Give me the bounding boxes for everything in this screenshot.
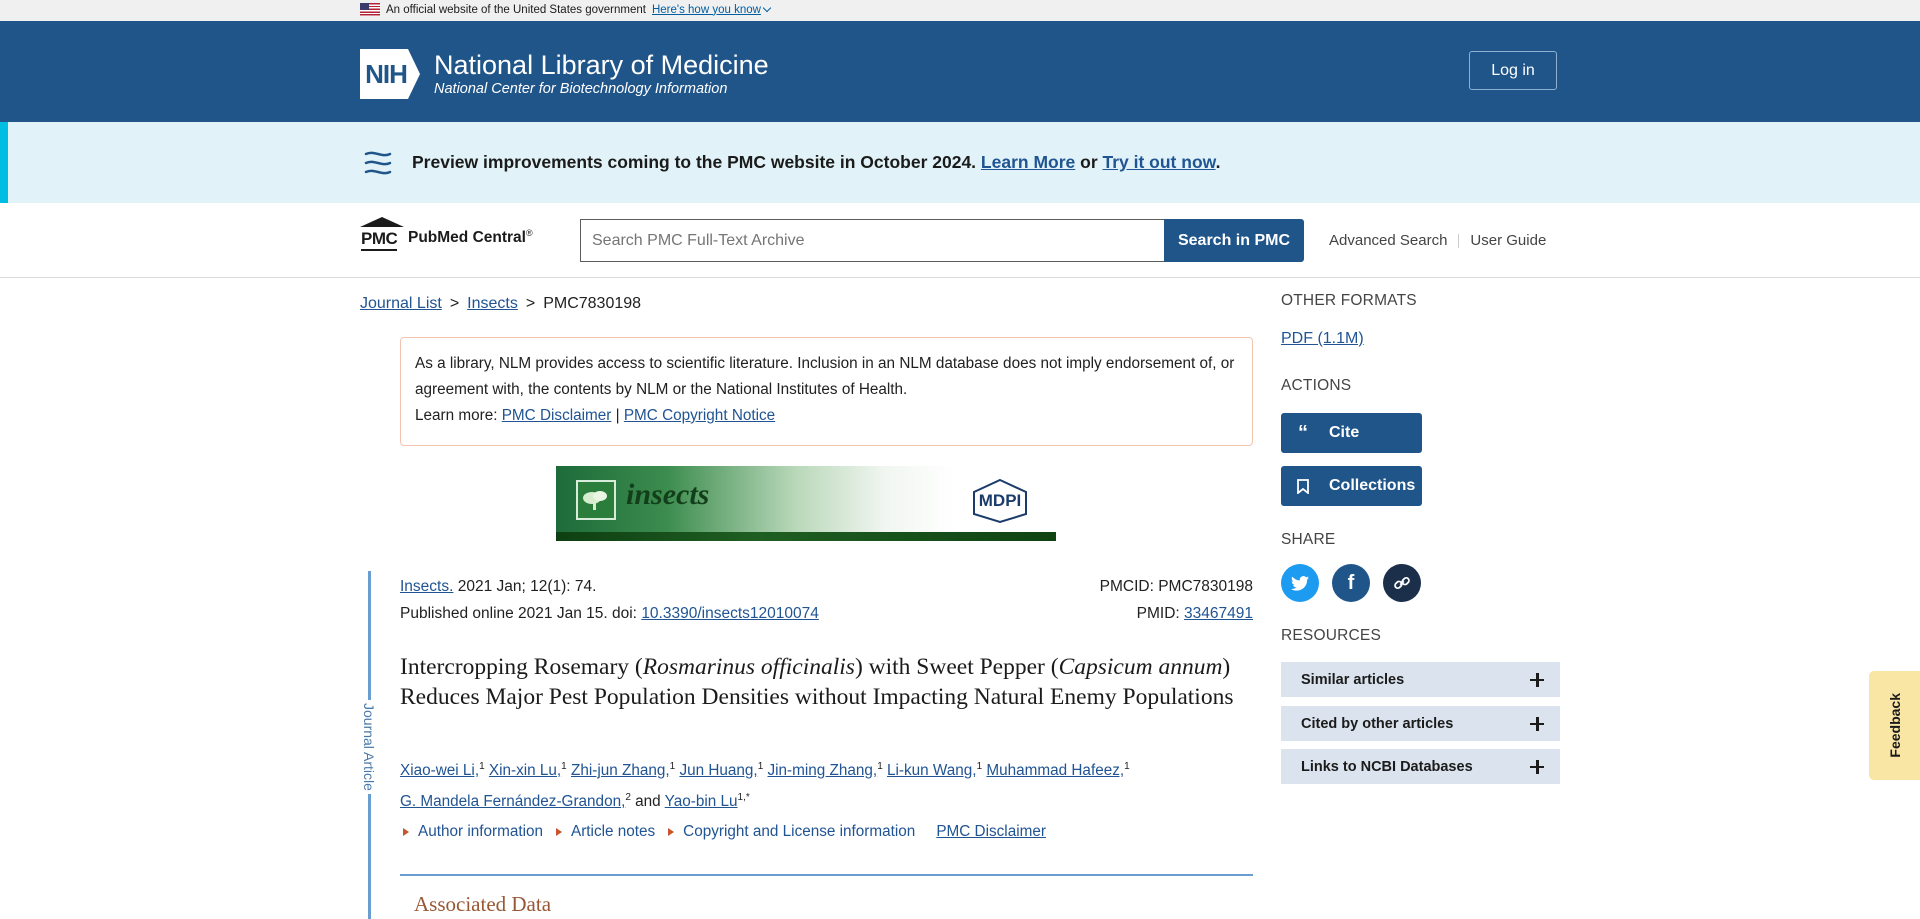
preview-text: Preview improvements coming to the PMC w… — [412, 152, 1221, 172]
quote-icon: “ — [1298, 421, 1308, 444]
divider — [1458, 233, 1460, 248]
article-ids: PMCID: PMC7830198 PMID: 33467491 — [1099, 578, 1253, 622]
article-title: Intercropping Rosemary (Rosmarinus offic… — [400, 654, 1234, 710]
insects-logo-icon — [576, 480, 616, 520]
author-link[interactable]: Jun Huang, — [679, 762, 757, 779]
journal-name: insects — [626, 478, 710, 511]
doi-link[interactable]: 10.3390/insects12010074 — [641, 605, 819, 622]
breadcrumb-journal-list[interactable]: Journal List — [360, 295, 442, 313]
login-button[interactable]: Log in — [1469, 51, 1557, 90]
gov-banner-text: An official website of the United States… — [386, 3, 646, 16]
pdf-link[interactable]: PDF (1.1M) — [1281, 330, 1364, 348]
plus-icon — [1530, 716, 1544, 731]
breadcrumb: Journal List > Insects > PMC7830198 — [360, 295, 642, 313]
nlm-title: National Library of Medicine — [434, 50, 769, 80]
author-information-toggle[interactable]: Author information — [418, 823, 543, 841]
facebook-icon[interactable]: f — [1332, 564, 1370, 602]
similar-articles-toggle[interactable]: Similar articles — [1281, 662, 1560, 697]
plus-icon — [1530, 759, 1544, 774]
cited-by-toggle[interactable]: Cited by other articles — [1281, 706, 1560, 741]
nlm-logo[interactable]: NIH National Library of Medicine Nationa… — [360, 49, 769, 99]
disclaimer-text: As a library, NLM provides access to sci… — [415, 355, 1235, 398]
preview-banner: Preview improvements coming to the PMC w… — [0, 122, 1920, 203]
actions-heading: ACTIONS — [1281, 377, 1352, 394]
resources-heading: RESOURCES — [1281, 627, 1381, 644]
pmc-copyright-link[interactable]: PMC Copyright Notice — [624, 407, 775, 424]
nlm-header: NIH National Library of Medicine Nationa… — [0, 21, 1920, 122]
pmc-disclaimer-link-2[interactable]: PMC Disclaimer — [936, 823, 1046, 841]
search-bar: PMC PubMed Central® Search in PMC Advanc… — [0, 203, 1920, 278]
author-link[interactable]: Li-kun Wang, — [887, 762, 977, 779]
nlm-subtitle: National Center for Biotechnology Inform… — [434, 81, 728, 97]
collections-button[interactable]: Collections — [1281, 466, 1422, 506]
bookmark-icon — [1293, 478, 1313, 494]
share-heading: SHARE — [1281, 531, 1336, 548]
disclaimer-box: As a library, NLM provides access to sci… — [400, 337, 1253, 446]
pmc-logo-icon: PMC — [360, 217, 405, 253]
heres-how-you-know-link[interactable]: Here's how you know — [652, 3, 772, 16]
gov-banner: An official website of the United States… — [0, 0, 1920, 21]
nih-logo-icon: NIH — [360, 49, 420, 99]
copyright-toggle[interactable]: Copyright and License information — [683, 823, 915, 841]
search-links: Advanced Search User Guide — [1329, 232, 1546, 249]
pmid-link[interactable]: 33467491 — [1184, 605, 1253, 622]
author-link[interactable]: Muhammad Hafeez, — [986, 762, 1124, 779]
chevron-down-icon — [762, 3, 772, 12]
try-it-out-link[interactable]: Try it out now — [1103, 152, 1216, 172]
other-formats-heading: OTHER FORMATS — [1281, 292, 1417, 309]
search-button[interactable]: Search in PMC — [1164, 219, 1304, 262]
citation-info: Insects. 2021 Jan; 12(1): 74. Published … — [400, 578, 819, 622]
author-link[interactable]: G. Mandela Fernández-Grandon, — [400, 793, 625, 810]
associated-data-heading: Associated Data — [414, 892, 552, 916]
breadcrumb-current: PMC7830198 — [543, 295, 642, 312]
cite-button[interactable]: “Cite — [1281, 413, 1422, 453]
section-divider — [400, 874, 1253, 876]
triangle-right-icon — [556, 828, 562, 836]
journal-link[interactable]: Insects. — [400, 578, 453, 595]
feedback-button[interactable]: Feedback — [1869, 671, 1920, 780]
user-guide-link[interactable]: User Guide — [1470, 232, 1546, 249]
ncbi-links-toggle[interactable]: Links to NCBI Databases — [1281, 749, 1560, 784]
us-flag-icon — [360, 3, 380, 16]
share-buttons: f — [1281, 564, 1421, 602]
author-link[interactable]: Jin-ming Zhang, — [768, 762, 878, 779]
article-type-label: Journal Article — [361, 700, 377, 794]
triangle-right-icon — [668, 828, 675, 836]
pmcid-value: PMC7830198 — [1158, 578, 1253, 595]
mdpi-logo: MDPI — [970, 478, 1030, 524]
author-list: Xiao-wei Li,1 Xin-xin Lu,1 Zhi-jun Zhang… — [400, 761, 1130, 811]
author-link[interactable]: Xin-xin Lu, — [489, 762, 561, 779]
breadcrumb-insects[interactable]: Insects — [467, 295, 518, 313]
author-link[interactable]: Zhi-jun Zhang, — [571, 762, 670, 779]
search-input[interactable] — [580, 219, 1164, 262]
author-link[interactable]: Yao-bin Lu — [665, 793, 738, 810]
plus-icon — [1530, 672, 1544, 687]
link-icon[interactable] — [1383, 564, 1421, 602]
twitter-icon[interactable] — [1281, 564, 1319, 602]
pmc-disclaimer-link[interactable]: PMC Disclaimer — [502, 407, 612, 424]
wave-icon — [364, 151, 392, 175]
learn-more-link[interactable]: Learn More — [981, 152, 1075, 172]
author-link[interactable]: Xiao-wei Li, — [400, 762, 479, 779]
triangle-right-icon — [403, 828, 409, 836]
article-sections: Author information Article notes Copyrig… — [400, 823, 1046, 841]
journal-banner[interactable]: insects MDPI — [556, 466, 1056, 541]
article-notes-toggle[interactable]: Article notes — [571, 823, 655, 841]
advanced-search-link[interactable]: Advanced Search — [1329, 232, 1447, 249]
pmc-logo[interactable]: PMC PubMed Central® — [360, 217, 533, 253]
